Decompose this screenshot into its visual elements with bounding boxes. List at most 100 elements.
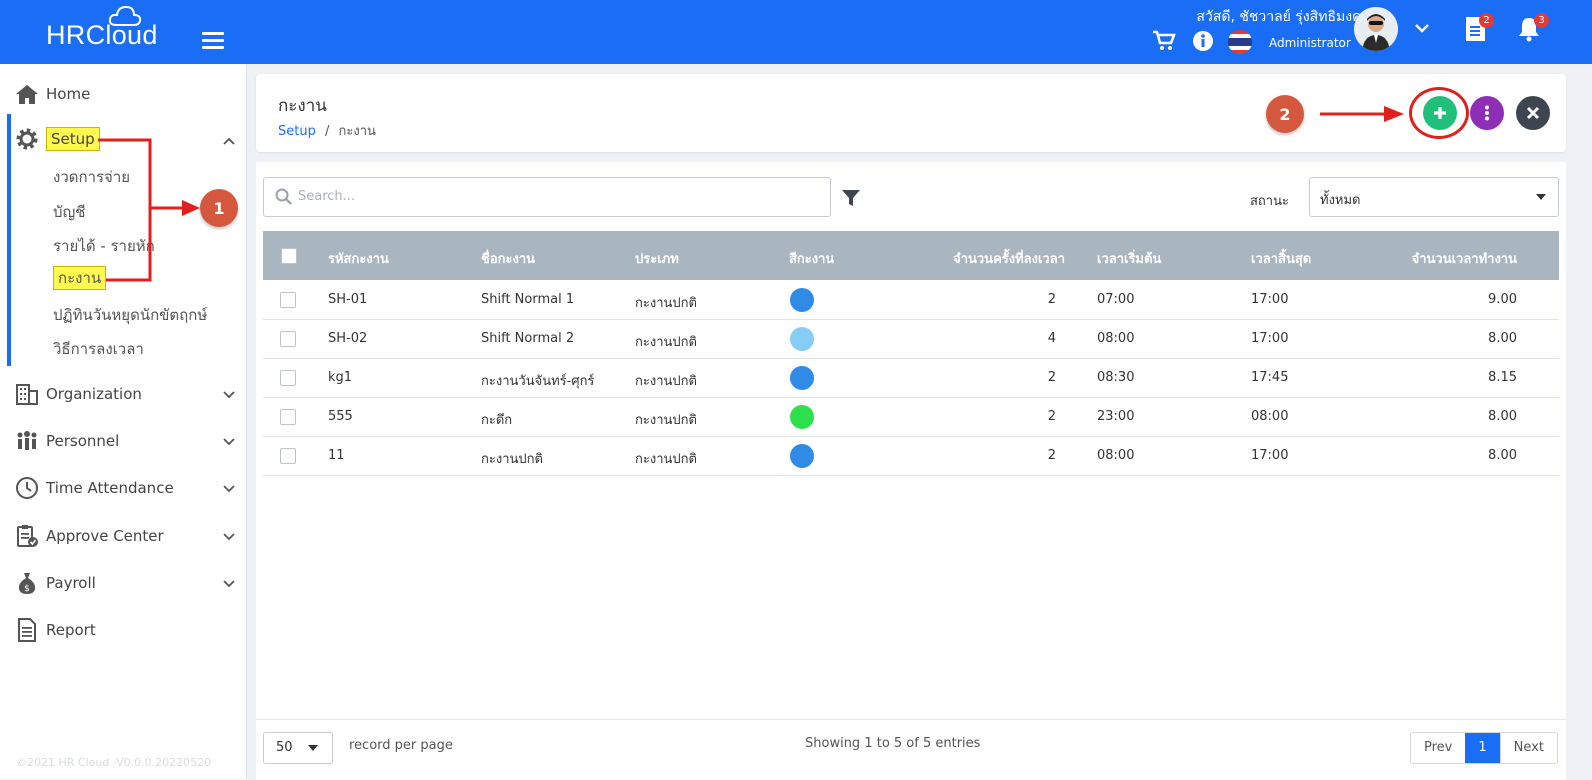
row-checkbox[interactable] — [280, 448, 296, 464]
column-header-color[interactable]: สีกะงาน — [789, 248, 834, 269]
chevron-down-icon[interactable] — [223, 438, 235, 446]
user-avatar[interactable] — [1354, 7, 1398, 51]
thai-flag-icon[interactable] — [1228, 30, 1252, 54]
annotation-step-1: 1 — [200, 189, 238, 227]
column-header-code[interactable]: รหัสกะงาน — [328, 248, 389, 269]
column-header-punch-count[interactable]: จำนวนครั้งที่ลงเวลา — [953, 248, 1065, 269]
cell-start-time: 23:00 — [1097, 409, 1135, 424]
chevron-down-icon[interactable] — [223, 580, 235, 588]
table-row[interactable]: SH-02 Shift Normal 2 กะงานปกติ 4 08:00 1… — [263, 319, 1559, 359]
cell-type: กะงานปกติ — [635, 374, 697, 389]
page-1-button[interactable]: 1 — [1465, 733, 1500, 763]
column-header-type[interactable]: ประเภท — [635, 248, 679, 269]
cell-work-hours: 8.00 — [1488, 409, 1517, 424]
column-header-end-time[interactable]: เวลาสิ้นสุด — [1251, 248, 1311, 269]
select-all-checkbox[interactable] — [281, 248, 297, 264]
row-checkbox[interactable] — [280, 292, 296, 308]
sidebar-item-time-attendance[interactable]: Time Attendance — [14, 475, 174, 501]
row-checkbox[interactable] — [280, 370, 296, 386]
sidebar-item-setup[interactable]: Setup — [14, 126, 100, 152]
table-row[interactable]: 11 กะงานปกติ กะงานปกติ 2 08:00 17:00 8.0… — [263, 436, 1559, 476]
plus-icon — [1434, 107, 1446, 119]
table-row[interactable]: 555 กะดึก กะงานปกติ 2 23:00 08:00 8.00 — [263, 397, 1559, 437]
user-role: Administrator — [1269, 36, 1351, 50]
prev-page-button[interactable]: Prev — [1411, 733, 1466, 763]
breadcrumb-separator: / — [324, 124, 330, 139]
shift-color-swatch — [790, 444, 814, 468]
sidebar-item-payroll[interactable]: $ Payroll — [14, 570, 96, 596]
menu-toggle-icon[interactable] — [202, 32, 224, 50]
sidebar-item-label: Home — [46, 85, 91, 103]
search-icon — [275, 188, 292, 205]
cell-work-hours: 8.15 — [1488, 370, 1517, 385]
sidebar-item-label: Setup — [46, 127, 100, 151]
cell-start-time: 07:00 — [1097, 292, 1135, 307]
status-select[interactable]: ทั้งหมด — [1309, 177, 1559, 217]
cell-code: 555 — [328, 409, 353, 424]
cart-icon[interactable] — [1152, 30, 1176, 52]
cell-type: กะงานปกติ — [635, 296, 697, 311]
cell-punch-count: 2 — [1047, 292, 1056, 307]
sidebar-item-organization[interactable]: Organization — [14, 381, 142, 407]
status-select-value: ทั้งหมด — [1320, 193, 1361, 208]
sidebar-item-label: Approve Center — [46, 527, 164, 545]
cell-work-hours: 9.00 — [1488, 292, 1517, 307]
chevron-down-icon[interactable] — [1414, 22, 1430, 34]
chevron-down-icon[interactable] — [223, 391, 235, 399]
sidebar-subitem-holiday-calendar[interactable]: ปฏิทินวันหยุดนักขัตฤกษ์ — [53, 303, 207, 327]
annotation-arrow — [1320, 106, 1404, 122]
breadcrumb-setup-link[interactable]: Setup — [278, 124, 316, 139]
annotation-bracket-arrow — [98, 138, 200, 282]
svg-text:$: $ — [24, 584, 30, 594]
cell-name: กะงานวันจันทร์-ศุกร์ — [481, 374, 595, 389]
people-icon — [14, 428, 40, 454]
chevron-down-icon[interactable] — [223, 533, 235, 541]
sidebar-subitem-account[interactable]: บัญชี — [53, 200, 85, 224]
table-row[interactable]: kg1 กะงานวันจันทร์-ศุกร์ กะงานปกติ 2 08:… — [263, 358, 1559, 398]
sidebar-item-home[interactable]: Home — [14, 81, 90, 107]
filter-icon[interactable] — [841, 188, 861, 208]
cell-name: Shift Normal 1 — [481, 292, 575, 307]
column-header-start-time[interactable]: เวลาเริ่มต้น — [1097, 248, 1161, 269]
cell-end-time: 17:00 — [1251, 331, 1289, 346]
column-header-name[interactable]: ชื่อกะงาน — [481, 248, 535, 269]
sidebar-item-label: Report — [46, 621, 96, 639]
info-icon[interactable] — [1192, 30, 1214, 52]
active-section-indicator — [7, 114, 11, 366]
clock-icon — [14, 475, 40, 501]
notifications-button[interactable]: 3 — [1517, 13, 1549, 46]
caret-down-icon — [1536, 194, 1546, 200]
sidebar-item-report[interactable]: Report — [14, 617, 96, 643]
cell-start-time: 08:30 — [1097, 370, 1135, 385]
shift-color-swatch — [790, 327, 814, 351]
row-checkbox[interactable] — [280, 409, 296, 425]
notifications-badge: 3 — [1534, 13, 1549, 28]
search-placeholder: Search... — [298, 189, 356, 204]
more-options-button[interactable] — [1470, 96, 1504, 130]
add-shift-button[interactable] — [1423, 96, 1457, 130]
chevron-down-icon[interactable] — [223, 485, 235, 493]
search-input[interactable]: Search... — [263, 177, 831, 217]
row-checkbox[interactable] — [280, 331, 296, 347]
page-header: กะงาน Setup / กะงาน 2 — [256, 74, 1566, 152]
documents-button[interactable]: 2 — [1464, 13, 1494, 46]
sidebar-subitem-clock-method[interactable]: วิธีการลงเวลา — [53, 337, 144, 361]
cell-code: 11 — [328, 448, 345, 463]
next-page-button[interactable]: Next — [1499, 733, 1557, 763]
table-row[interactable]: SH-01 Shift Normal 1 กะงานปกติ 2 07:00 1… — [263, 280, 1559, 320]
app-logo[interactable]: HRCloud — [46, 20, 158, 51]
cell-type: กะงานปกติ — [635, 335, 697, 350]
home-icon — [14, 81, 40, 107]
column-header-work-hours[interactable]: จำนวนเวลาทำงาน — [1412, 248, 1517, 269]
sidebar: Home Setup งวดการจ่าย บัญชี รายได้ - ราย… — [0, 64, 247, 779]
document-icon — [14, 617, 40, 643]
sidebar-item-approve-center[interactable]: Approve Center — [14, 523, 164, 549]
chevron-up-icon[interactable] — [223, 137, 235, 145]
page-size-select[interactable]: 50 — [263, 732, 333, 764]
table-footer: 50 record per page Showing 1 to 5 of 5 e… — [256, 719, 1566, 780]
cell-end-time: 17:00 — [1251, 292, 1289, 307]
close-button[interactable] — [1516, 96, 1550, 130]
sidebar-item-personnel[interactable]: Personnel — [14, 428, 119, 454]
cell-punch-count: 2 — [1047, 448, 1056, 463]
cell-start-time: 08:00 — [1097, 448, 1135, 463]
